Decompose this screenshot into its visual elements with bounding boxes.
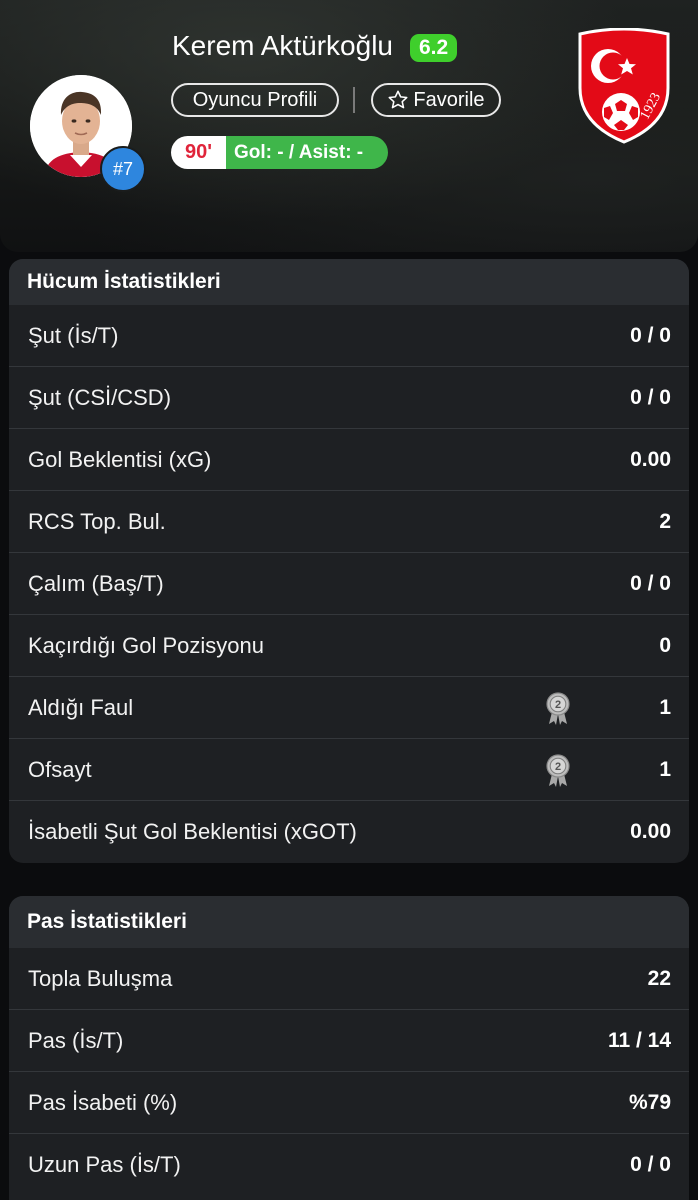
stat-row-long-balls: Uzun Pas (İs/T) 0 / 0 <box>9 1134 689 1196</box>
stat-row-touches-box: RCS Top. Bul. 2 <box>9 491 689 553</box>
stat-label: Pas İsabeti (%) <box>28 1089 178 1115</box>
stat-row-shots-box: Şut (CSİ/CSD) 0 / 0 <box>9 367 689 429</box>
player-profile-label: Oyuncu Profili <box>192 88 318 111</box>
player-stats-screen: #7 Kerem Aktürkoğlu 6.2 Oyuncu Profili F… <box>0 0 698 1200</box>
stat-label: RCS Top. Bul. <box>28 508 166 534</box>
stat-label: Şut (CSİ/CSD) <box>28 384 172 410</box>
stat-label: Şut (İs/T) <box>28 322 119 348</box>
rank-medal-icon[interactable]: 2 <box>545 754 571 788</box>
stat-value: 11 / 14 <box>607 1028 671 1052</box>
stat-value: 1 <box>659 695 671 719</box>
stat-row-xg: Gol Beklentisi (xG) 0.00 <box>9 429 689 491</box>
stat-label: Pas (İs/T) <box>28 1027 124 1053</box>
rank-medal-icon[interactable]: 2 <box>545 692 571 726</box>
stat-label: İsabetli Şut Gol Beklentisi (xGOT) <box>28 819 357 844</box>
stat-row-passes: Pas (İs/T) 11 / 14 <box>9 1010 689 1072</box>
stat-label: Ofsayt <box>28 756 92 782</box>
player-name: Kerem Aktürkoğlu <box>172 30 393 61</box>
stat-value: 1 <box>659 757 671 781</box>
stat-label: Uzun Pas (İs/T) <box>28 1152 181 1177</box>
stat-label: Topla Buluşma <box>28 965 173 991</box>
star-icon <box>387 89 409 111</box>
stat-value: 0.00 <box>630 820 671 843</box>
stat-value: 0 <box>659 633 671 657</box>
stat-label: Kaçırdığı Gol Pozisyonu <box>28 632 265 658</box>
player-header: #7 Kerem Aktürkoğlu 6.2 Oyuncu Profili F… <box>0 0 698 252</box>
stat-row-big-chances-missed: Kaçırdığı Gol Pozisyonu 0 <box>9 615 689 677</box>
stat-row-fouls-won: Aldığı Faul 2 1 <box>9 677 689 739</box>
stat-label: Aldığı Faul <box>28 694 134 720</box>
rank-medal-number: 2 <box>555 699 561 711</box>
stat-row-pass-accuracy: Pas İsabeti (%) %79 <box>9 1072 689 1134</box>
attack-stats-card: Hücum İstatistikleri Şut (İs/T) 0 / 0 Şu… <box>9 259 689 863</box>
stat-value: 0 / 0 <box>630 571 671 595</box>
stat-value: 22 <box>647 966 671 990</box>
player-profile-button[interactable]: Oyuncu Profili <box>171 83 339 117</box>
header-divider <box>353 87 355 113</box>
stat-value: 2 <box>659 509 671 533</box>
stat-value: 0.00 <box>630 447 671 471</box>
stat-label: Çalım (Baş/T) <box>28 570 164 596</box>
stat-row-xgot: İsabetli Şut Gol Beklentisi (xGOT) 0.00 <box>9 801 689 863</box>
stat-label: Gol Beklentisi (xG) <box>28 446 212 472</box>
minutes-played: 90' <box>171 136 226 169</box>
attack-stats-title: Hücum İstatistikleri <box>9 259 689 305</box>
jersey-number-badge: #7 <box>100 146 146 192</box>
stat-value: 0 / 0 <box>630 1153 671 1176</box>
favorite-button[interactable]: Favorile <box>371 83 501 117</box>
passing-stats-card: Pas İstatistikleri Topla Buluşma 22 Pas … <box>9 896 689 1200</box>
stat-row-dribbles: Çalım (Baş/T) 0 / 0 <box>9 553 689 615</box>
goal-assist-summary: Gol: - / Asist: - <box>226 136 388 169</box>
team-crest-icon[interactable]: 1923 <box>574 27 674 144</box>
stat-value: %79 <box>628 1090 671 1114</box>
rating-badge: 6.2 <box>410 34 458 62</box>
passing-stats-title: Pas İstatistikleri <box>9 896 689 948</box>
favorite-label: Favorile <box>413 88 485 111</box>
stat-row-touches: Topla Buluşma 22 <box>9 948 689 1010</box>
rank-medal-number: 2 <box>555 761 561 773</box>
stat-row-shots: Şut (İs/T) 0 / 0 <box>9 305 689 367</box>
stat-value: 0 / 0 <box>630 385 671 409</box>
stat-value: 0 / 0 <box>630 323 671 347</box>
stat-row-offsides: Ofsayt 2 1 <box>9 739 689 801</box>
